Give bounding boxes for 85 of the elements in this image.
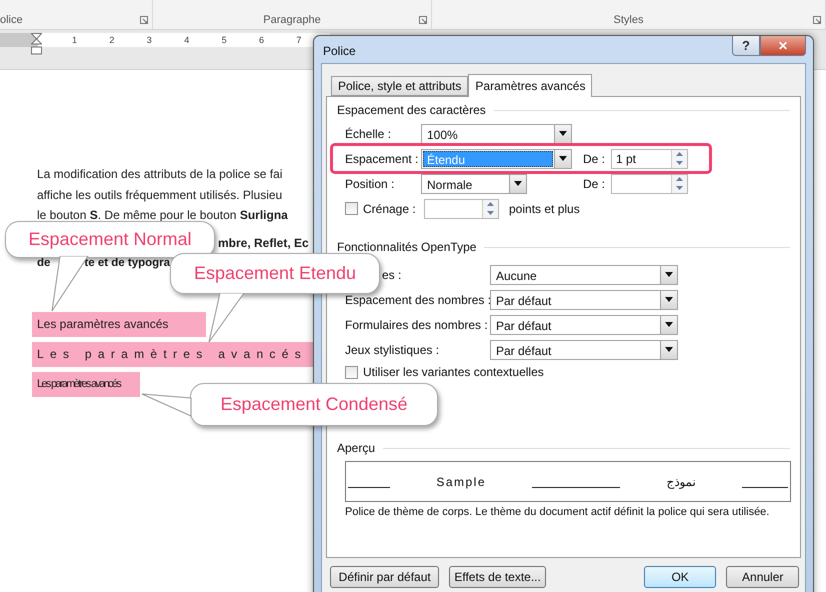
field-label: Position :: [345, 176, 396, 190]
dropdown-button[interactable]: [554, 150, 571, 168]
ruler-number: 6: [259, 34, 264, 47]
dialog-button[interactable]: Annuler: [726, 566, 800, 588]
down-arrow-icon: [676, 186, 683, 190]
ruler-number: 7: [296, 34, 302, 47]
spin-buttons[interactable]: [671, 174, 687, 192]
preview-note: Police de thème de corps. Le thème du document actif définit la police qui sera utilisée.: [345, 505, 770, 519]
dropdown-button[interactable]: [554, 124, 571, 142]
checkbox-label: Crénage :: [363, 202, 417, 216]
callout-pointer: [206, 293, 246, 344]
dialog-launcher-icon[interactable]: [140, 16, 148, 24]
dropdown-button[interactable]: [660, 316, 677, 334]
dropdown[interactable]: 100%: [421, 124, 572, 144]
dropdown[interactable]: Par défaut: [490, 340, 678, 360]
field-label: es :: [382, 268, 402, 282]
ruler-number: 4: [184, 34, 190, 47]
highlighted-sample-text: Les paramètres avancés: [32, 312, 206, 336]
field-label: De :: [583, 176, 606, 190]
dropdown-arrow-icon: [665, 322, 673, 327]
document-text: mbre, Reflet, Ec: [218, 234, 309, 252]
field-suffix: points et plus: [509, 202, 581, 216]
dialog-button[interactable]: OK: [644, 566, 716, 588]
group-label: Styles: [614, 14, 644, 26]
dropdown-arrow-icon: [559, 156, 567, 161]
dialog-title: Police: [323, 44, 356, 58]
highlighted-sample-text: Les paramètres avancés: [32, 342, 316, 366]
dropdown-arrow-icon: [665, 347, 673, 352]
ruler-number: 3: [146, 34, 152, 47]
document-text: te et de typogra: [84, 256, 170, 271]
callout-pointer: [141, 392, 192, 418]
dropdown-button[interactable]: [660, 340, 677, 358]
field-label: Jeux stylistiques :: [345, 342, 440, 356]
up-arrow-icon: [676, 177, 683, 181]
dropdown-arrow-icon: [514, 181, 522, 186]
dropdown-button[interactable]: [660, 290, 677, 308]
up-arrow-icon: [487, 202, 494, 206]
down-arrow-icon: [487, 211, 494, 215]
section-heading: Aperçu: [337, 441, 376, 455]
dropdown[interactable]: Normale: [421, 174, 527, 194]
group-label: Paragraphe: [263, 14, 321, 26]
tab[interactable]: Paramètres avancés: [468, 74, 592, 97]
spin-field[interactable]: [424, 198, 499, 218]
dropdown-button[interactable]: [660, 266, 677, 284]
checkbox[interactable]: [345, 202, 358, 215]
spin-field[interactable]: [611, 174, 688, 194]
spin-buttons[interactable]: [482, 200, 498, 218]
field-label: Espacement :: [345, 152, 420, 166]
dropdown-button[interactable]: [509, 174, 526, 192]
down-arrow-icon: [676, 161, 683, 165]
dialog-button[interactable]: Effets de texte...: [449, 566, 546, 588]
ruler-number: 2: [109, 34, 114, 47]
dialog-launcher-icon[interactable]: [419, 16, 427, 24]
dropdown[interactable]: Par défaut: [490, 314, 678, 334]
indent-marker-icon[interactable]: [31, 33, 42, 55]
dropdown-arrow-icon: [665, 297, 673, 302]
field-label: Échelle :: [345, 126, 392, 140]
ruler-number: 1: [72, 34, 78, 47]
checkbox[interactable]: [345, 366, 358, 378]
preview-sample: نموذج: [666, 474, 696, 488]
section-heading: Espacement des caractères: [337, 103, 486, 117]
tab[interactable]: Police, style et attributs: [331, 76, 468, 96]
dialog-launcher-icon[interactable]: [813, 16, 821, 24]
help-button[interactable]: ?: [732, 36, 760, 56]
dropdown[interactable]: Par défaut: [490, 290, 678, 310]
dropdown-arrow-icon: [559, 131, 567, 136]
field-label: Formulaires des nombres :: [345, 318, 489, 332]
dialog-button[interactable]: Définir par défaut: [330, 566, 440, 588]
document-text: de: [37, 256, 50, 271]
field-label: Espacement des nombres :: [345, 292, 490, 306]
spin-buttons[interactable]: [671, 150, 687, 168]
document-text: le bouton S. De même pour le bouton Surligna: [37, 207, 288, 224]
dropdown-arrow-icon: [665, 272, 673, 277]
field-label: De :: [583, 152, 606, 166]
document-text: affiche les outils fréquemment utilisés. Plusieu: [37, 186, 282, 204]
group-label: olice: [0, 14, 23, 26]
section-heading: Fonctionnalités OpenType: [337, 240, 476, 254]
checkbox-label: Utiliser les variantes contextuelles: [363, 365, 545, 379]
up-arrow-icon: [676, 152, 683, 156]
highlighted-sample-text: Les paramètres avancés: [32, 372, 140, 396]
preview-sample: Sample: [436, 474, 486, 488]
spin-field[interactable]: 1 pt: [611, 148, 688, 168]
document-text: La modification des attributs de la police se fai: [37, 166, 282, 183]
dropdown[interactable]: Aucune: [490, 264, 678, 284]
ruler-number: 5: [222, 34, 227, 47]
